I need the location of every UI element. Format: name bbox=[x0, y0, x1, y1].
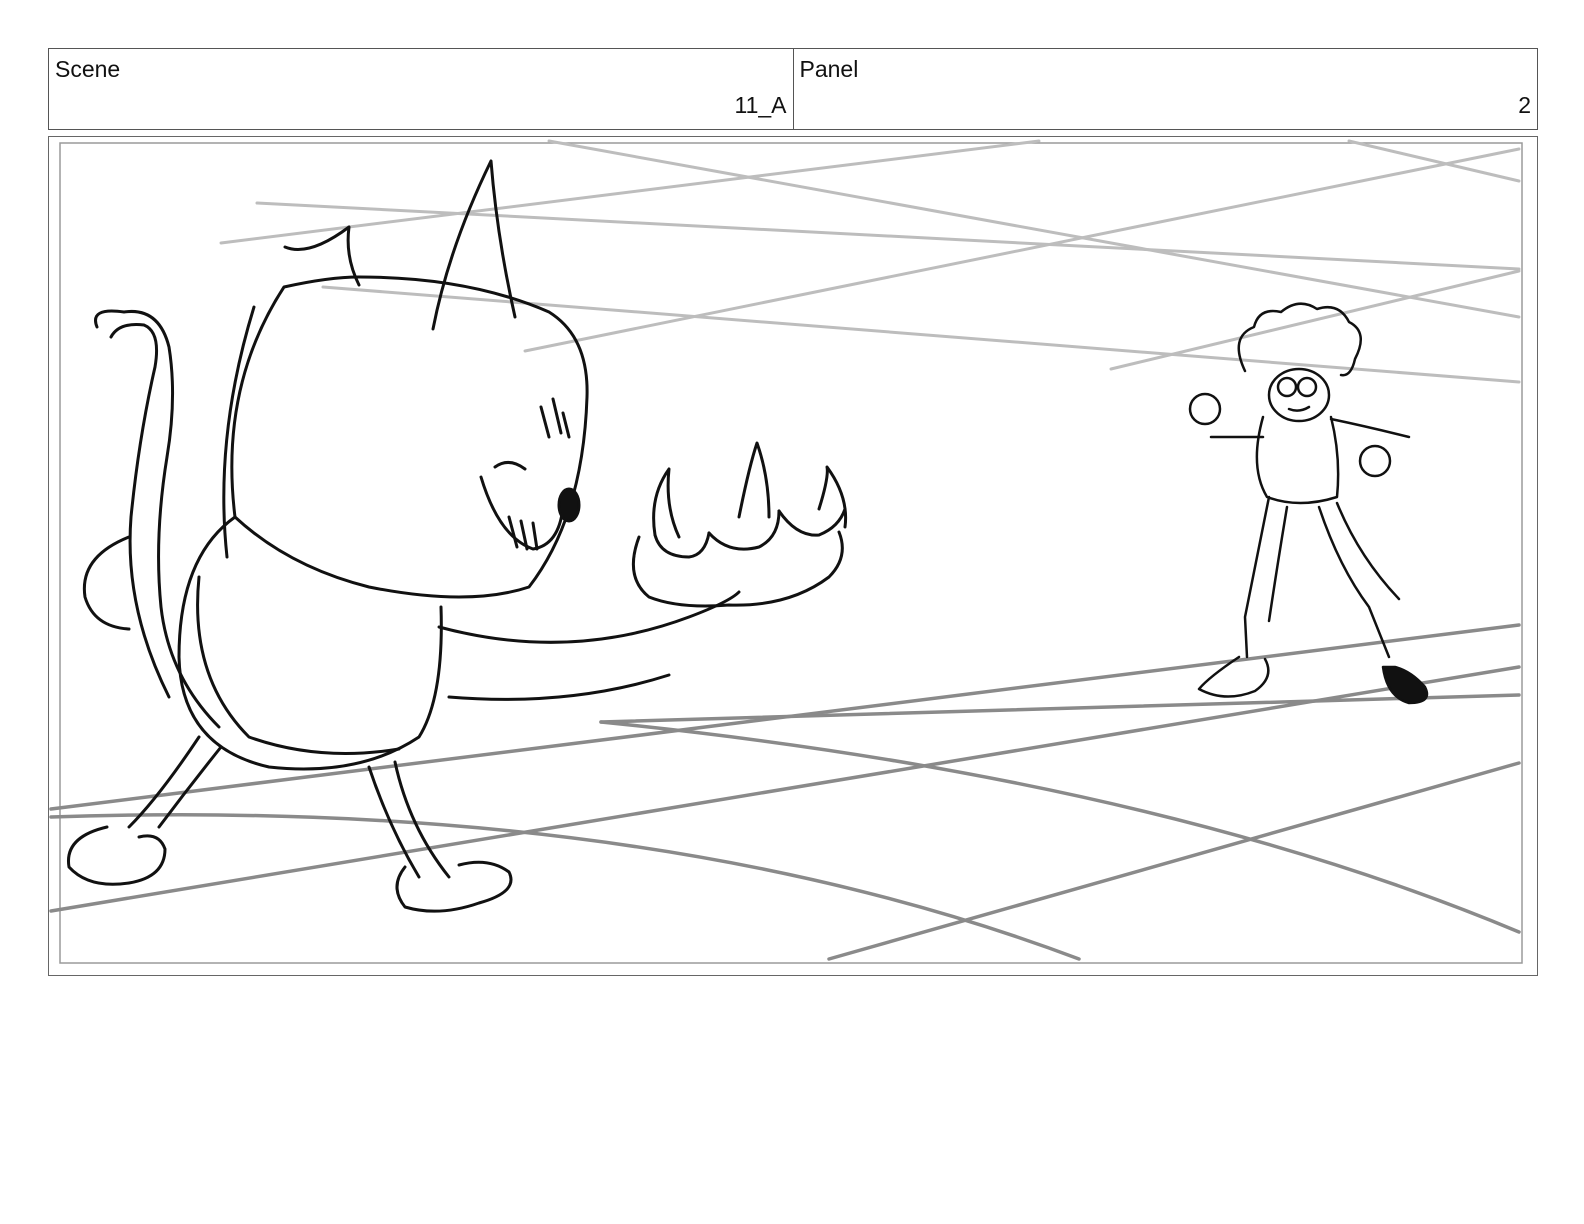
panel-label: Panel bbox=[799, 56, 859, 82]
floor-grid bbox=[49, 623, 1521, 961]
curly-haired-character bbox=[1188, 302, 1429, 705]
safe-frame bbox=[59, 142, 1523, 964]
scene-cell: Scene 11_A bbox=[49, 49, 793, 129]
upper-grid bbox=[219, 139, 1521, 384]
scene-label: Scene bbox=[55, 56, 121, 82]
storyboard-sketch bbox=[49, 139, 1523, 964]
storyboard-header: Scene 11_A Panel 2 bbox=[48, 48, 1538, 130]
scene-number: 11_A bbox=[734, 92, 787, 118]
storyboard-panel bbox=[48, 136, 1538, 976]
panel-number: 2 bbox=[1518, 92, 1531, 118]
panel-cell: Panel 2 bbox=[792, 49, 1538, 129]
